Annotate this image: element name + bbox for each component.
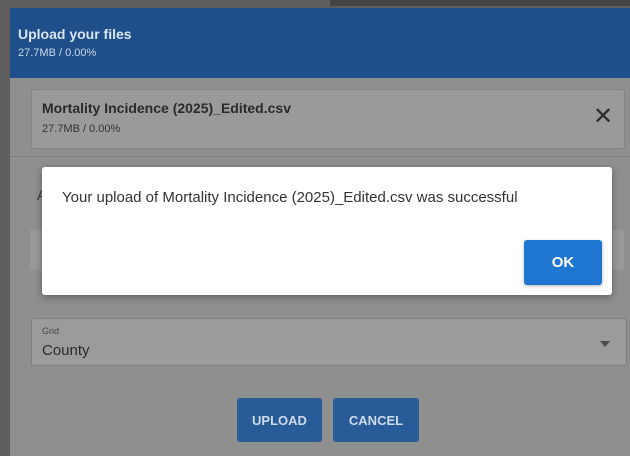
close-icon[interactable]: ✕ <box>590 104 616 130</box>
upload-header: Upload your files 27.7MB / 0.00% <box>10 8 630 78</box>
ok-button[interactable]: OK <box>524 240 602 285</box>
file-progress: 27.7MB / 0.00% <box>42 123 121 135</box>
divider <box>10 156 630 157</box>
grid-select[interactable]: Grid County <box>31 318 627 366</box>
cancel-button[interactable]: CANCEL <box>333 398 419 442</box>
upload-button[interactable]: UPLOAD <box>237 398 322 442</box>
backdrop-top-edge <box>330 0 630 6</box>
upload-title: Upload your files <box>18 26 132 42</box>
upload-summary: 27.7MB / 0.00% <box>18 47 97 59</box>
chevron-down-icon <box>600 341 610 347</box>
grid-label: Grid <box>42 326 60 336</box>
file-card: Mortality Incidence (2025)_Edited.csv 27… <box>31 89 625 149</box>
success-modal: Your upload of Mortality Incidence (2025… <box>42 167 612 295</box>
success-message: Your upload of Mortality Incidence (2025… <box>62 189 518 206</box>
file-name: Mortality Incidence (2025)_Edited.csv <box>42 100 291 116</box>
grid-value: County <box>42 342 90 359</box>
